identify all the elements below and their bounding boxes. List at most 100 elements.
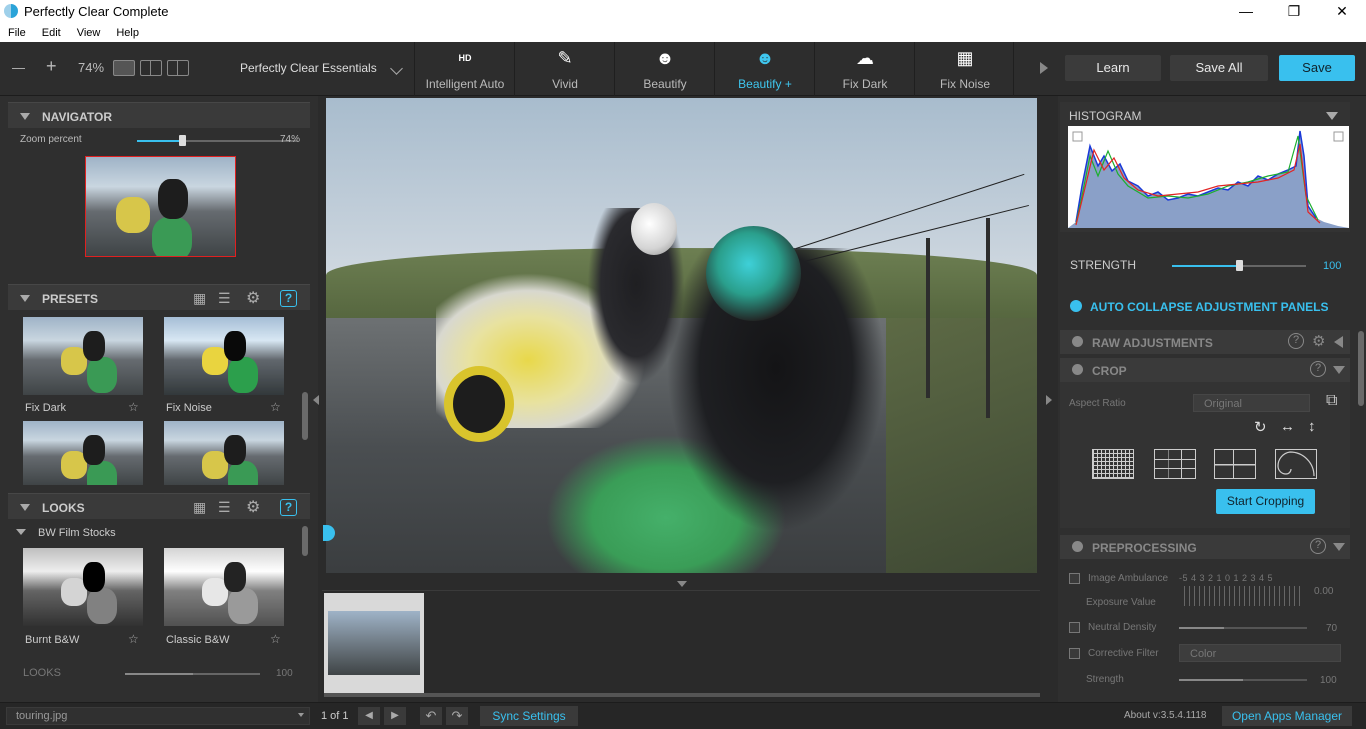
auto-collapse-label[interactable]: AUTO COLLAPSE ADJUSTMENT PANELS	[1090, 300, 1328, 314]
split-view-icon[interactable]	[140, 60, 162, 76]
preset-thumbnail[interactable]	[23, 421, 143, 485]
open-apps-manager-button[interactable]: Open Apps Manager	[1222, 706, 1352, 726]
compare-view-icon[interactable]	[167, 60, 189, 76]
menu-edit[interactable]: Edit	[42, 24, 61, 42]
tool-vivid[interactable]: ✎ Vivid	[514, 42, 614, 96]
image-ambulance-checkbox[interactable]	[1069, 573, 1080, 584]
list-view-icon[interactable]: ☰	[218, 290, 231, 307]
star-icon[interactable]: ☆	[128, 400, 139, 414]
collapse-left-icon[interactable]	[313, 395, 319, 405]
filmstrip-thumbnail[interactable]	[324, 593, 424, 695]
collapse-icon[interactable]	[20, 295, 30, 302]
undo-icon[interactable]: ↶	[420, 707, 442, 725]
preset-thumbnail[interactable]	[164, 317, 284, 395]
help-icon[interactable]: ?	[280, 290, 297, 307]
right-panel-scrollbar[interactable]	[1358, 331, 1364, 406]
preset-dropdown[interactable]: Perfectly Clear Essentials	[240, 61, 377, 75]
toggle-dot-icon[interactable]	[1072, 541, 1083, 552]
start-cropping-button[interactable]: Start Cropping	[1216, 489, 1315, 514]
raw-adjustments-header[interactable]: RAW ADJUSTMENTS ? ⚙	[1060, 330, 1350, 354]
gear-icon[interactable]: ⚙	[246, 288, 260, 308]
looks-header[interactable]: LOOKS ▦ ☰ ⚙ ?	[8, 493, 310, 519]
tool-intelligent-auto[interactable]: HD Intelligent Auto	[414, 42, 514, 96]
chevron-down-icon[interactable]	[298, 713, 304, 717]
rotate-icon[interactable]: ↻	[1254, 418, 1267, 436]
corrective-filter-checkbox[interactable]	[1069, 648, 1080, 659]
save-button[interactable]: Save	[1279, 55, 1355, 81]
collapse-icon[interactable]	[1326, 112, 1338, 120]
star-icon[interactable]: ☆	[270, 632, 281, 646]
maximize-button[interactable]: ❐	[1274, 2, 1314, 22]
learn-button[interactable]: Learn	[1065, 55, 1161, 81]
tool-fix-noise[interactable]: ▦ Fix Noise	[914, 42, 1014, 96]
looks-category[interactable]: BW Film Stocks	[38, 527, 116, 539]
filmstrip-toggle-icon[interactable]	[677, 581, 687, 587]
grid-view-icon[interactable]: ▦	[193, 499, 206, 516]
presets-scrollbar[interactable]	[302, 392, 308, 440]
close-button[interactable]: ✕	[1322, 2, 1362, 22]
flip-horizontal-icon[interactable]: ↔	[1280, 418, 1295, 435]
corrective-filter-dropdown[interactable]: Color	[1179, 644, 1341, 662]
collapse-right-icon[interactable]	[1046, 395, 1052, 405]
collapse-icon[interactable]	[1333, 543, 1345, 551]
aspect-ratio-dropdown[interactable]: Original	[1193, 394, 1310, 412]
sync-settings-button[interactable]: Sync Settings	[480, 706, 578, 726]
next-image-icon[interactable]: ▶	[384, 707, 406, 725]
collapse-icon[interactable]	[20, 504, 30, 511]
menu-help[interactable]: Help	[116, 24, 139, 42]
help-icon[interactable]: ?	[1310, 538, 1326, 554]
preset-thumbnail[interactable]	[23, 317, 143, 395]
collapse-icon[interactable]	[1334, 336, 1343, 348]
toggle-dot-icon[interactable]	[1072, 364, 1083, 375]
preprocessing-header[interactable]: PREPROCESSING ?	[1060, 535, 1350, 559]
gear-icon[interactable]: ⚙	[246, 497, 260, 517]
main-image-canvas[interactable]	[326, 98, 1037, 573]
chevron-down-icon[interactable]	[390, 62, 403, 75]
flip-vertical-icon[interactable]: ↕	[1308, 418, 1316, 435]
grid-fine-icon[interactable]	[1092, 449, 1134, 479]
looks-scrollbar[interactable]	[302, 526, 308, 556]
save-all-button[interactable]: Save All	[1170, 55, 1268, 81]
help-icon[interactable]: ?	[1310, 361, 1326, 377]
collapse-icon[interactable]	[20, 113, 30, 120]
look-thumbnail[interactable]	[23, 548, 143, 626]
look-thumbnail[interactable]	[164, 548, 284, 626]
toggle-dot-icon[interactable]	[1072, 336, 1083, 347]
redo-icon[interactable]: ↷	[446, 707, 468, 725]
neutral-density-checkbox[interactable]	[1069, 622, 1080, 633]
navigator-thumbnail[interactable]	[85, 156, 236, 257]
star-icon[interactable]: ☆	[270, 400, 281, 414]
grid-quarters-icon[interactable]	[1214, 449, 1256, 479]
crop-icon[interactable]: ⧉	[1326, 392, 1337, 410]
zoom-slider-knob[interactable]	[179, 135, 186, 146]
collapse-icon[interactable]	[1333, 366, 1345, 374]
preset-thumbnail[interactable]	[164, 421, 284, 485]
menu-view[interactable]: View	[77, 24, 101, 42]
minimize-button[interactable]: —	[1226, 2, 1266, 22]
crop-header[interactable]: CROP ?	[1060, 358, 1350, 382]
menu-file[interactable]: File	[8, 24, 26, 42]
version-label[interactable]: About v:3.5.4.1118	[1124, 710, 1206, 721]
strength-slider-knob[interactable]	[1236, 260, 1243, 271]
help-icon[interactable]: ?	[1288, 333, 1304, 349]
list-view-icon[interactable]: ☰	[218, 499, 231, 516]
scroll-right-icon[interactable]	[1040, 62, 1048, 74]
navigator-header[interactable]: NAVIGATOR	[8, 102, 310, 128]
golden-spiral-icon[interactable]	[1275, 449, 1317, 479]
tool-beautify-plus[interactable]: ☻ Beautify +	[714, 42, 814, 96]
tool-beautify[interactable]: ☻ Beautify	[614, 42, 714, 96]
tool-fix-dark[interactable]: ☁ Fix Dark	[814, 42, 914, 96]
auto-collapse-toggle-icon[interactable]	[1070, 300, 1082, 312]
zoom-out-button[interactable]: —	[12, 60, 25, 75]
chevron-down-icon[interactable]	[16, 529, 26, 535]
presets-header[interactable]: PRESETS ▦ ☰ ⚙ ?	[8, 284, 310, 310]
star-icon[interactable]: ☆	[128, 632, 139, 646]
grid-view-icon[interactable]: ▦	[193, 290, 206, 307]
single-view-icon[interactable]	[113, 60, 135, 76]
zoom-in-button[interactable]: +	[46, 56, 57, 77]
prev-image-icon[interactable]: ◀	[358, 707, 380, 725]
gear-icon[interactable]: ⚙	[1312, 332, 1325, 350]
grid-thirds-icon[interactable]	[1154, 449, 1196, 479]
exposure-scale[interactable]	[1184, 586, 1304, 606]
help-icon[interactable]: ?	[280, 499, 297, 516]
